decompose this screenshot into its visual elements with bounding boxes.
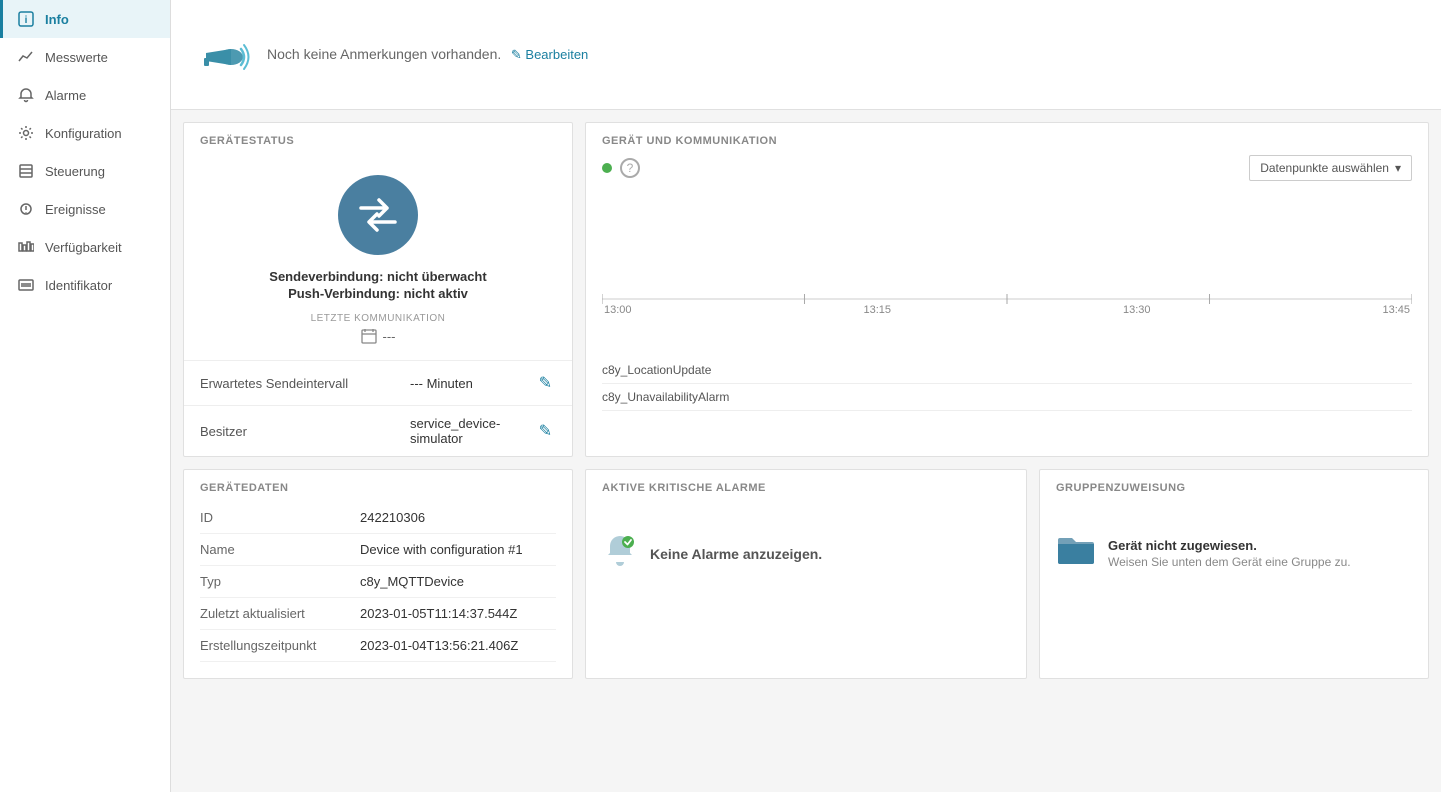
content-grid: GERÄTESTATUS Sendeverbindung: nicht über… — [171, 110, 1441, 691]
sidebar-item-info-label: Info — [45, 12, 69, 27]
device-status-body: Sendeverbindung: nicht überwacht Push-Ve… — [184, 155, 572, 360]
zuletzt-label: Zuletzt aktualisiert — [200, 606, 360, 621]
megaphone-icon — [191, 25, 251, 85]
communication-title: GERÄT UND KOMMUNIKATION — [602, 135, 1412, 147]
sidebar-item-messwerte[interactable]: Messwerte — [0, 38, 170, 76]
device-status-title: GERÄTESTATUS — [184, 123, 572, 155]
events-icon — [17, 200, 35, 218]
alarme-title: AKTIVE KRITISCHE ALARME — [586, 470, 1026, 502]
sidebar-item-alarme[interactable]: Alarme — [0, 76, 170, 114]
communication-card: GERÄT UND KOMMUNIKATION ? Datenpunkte au… — [585, 122, 1429, 457]
sidebar-item-verfugbarkeit-label: Verfügbarkeit — [45, 240, 122, 255]
availability-icon — [17, 238, 35, 256]
gruppe-title: GRUPPENZUWEISUNG — [1040, 470, 1428, 502]
name-value: Device with configuration #1 — [360, 542, 523, 557]
bell-icon — [17, 86, 35, 104]
identifier-icon — [17, 276, 35, 294]
alarm-bell-icon — [602, 532, 638, 575]
table-row: Name Device with configuration #1 — [200, 534, 556, 566]
comm-status-row: ? Datenpunkte auswählen ▾ — [602, 155, 1412, 181]
main-content: Noch keine Anmerkungen vorhanden. ✎ Bear… — [171, 0, 1441, 792]
gruppe-sub-text: Weisen Sie unten dem Gerät eine Gruppe z… — [1108, 555, 1351, 569]
chart-line-icon — [17, 48, 35, 66]
chevron-down-icon: ▾ — [1395, 161, 1401, 175]
sidebar-item-ereignisse[interactable]: Ereignisse — [0, 190, 170, 228]
erwartetes-label: Erwartetes Sendeintervall — [200, 376, 400, 391]
geraetedaten-card: GERÄTEDATEN ID 242210306 Name Device wit… — [183, 469, 573, 679]
timeline-label-1315: 13:15 — [863, 304, 891, 316]
name-label: Name — [200, 542, 360, 557]
erstellung-value: 2023-01-04T13:56:21.406Z — [360, 638, 518, 653]
sidebar-item-info[interactable]: i Info — [0, 0, 170, 38]
besitzer-edit-btn[interactable]: ✎ — [535, 419, 556, 443]
status-icon-circle — [338, 175, 418, 255]
erwartetes-value: --- Minuten — [410, 376, 525, 391]
notes-text: Noch keine Anmerkungen vorhanden. ✎ Bear… — [267, 46, 588, 63]
timeline-label-1345: 13:45 — [1382, 304, 1410, 316]
zuletzt-value: 2023-01-05T11:14:37.544Z — [360, 606, 517, 621]
sidebar-item-identifikator-label: Identifikator — [45, 278, 112, 293]
chart-label-location: c8y_LocationUpdate — [602, 357, 1412, 384]
letzte-comm-date: --- — [383, 329, 396, 344]
sidebar-item-steuerung-label: Steuerung — [45, 164, 105, 179]
send-connection-status: Sendeverbindung: nicht überwacht — [269, 269, 486, 284]
datenpunkte-button[interactable]: Datenpunkte auswählen ▾ — [1249, 155, 1412, 181]
chart-area: 13:00 13:15 13:30 13:45 — [602, 189, 1412, 349]
alarme-empty-text: Keine Alarme anzuzeigen. — [650, 546, 822, 562]
chart-label-unavailability: c8y_UnavailabilityAlarm — [602, 384, 1412, 411]
table-row: ID 242210306 — [200, 502, 556, 534]
sidebar-item-ereignisse-label: Ereignisse — [45, 202, 106, 217]
connection-status-dot — [602, 163, 612, 173]
alarme-body: Keine Alarme anzuzeigen. — [586, 502, 1026, 605]
help-icon[interactable]: ? — [620, 158, 640, 178]
device-status-card: GERÄTESTATUS Sendeverbindung: nicht über… — [183, 122, 573, 457]
info-icon: i — [17, 10, 35, 28]
sidebar: i Info Messwerte Alarme Konfiguration — [0, 0, 171, 792]
timeline-label-1300: 13:00 — [604, 304, 632, 316]
timeline-label-1330: 13:30 — [1123, 304, 1151, 316]
erstellung-label: Erstellungszeitpunkt — [200, 638, 360, 653]
notes-section: Noch keine Anmerkungen vorhanden. ✎ Bear… — [171, 0, 1441, 110]
besitzer-field: Besitzer service_device-simulator ✎ — [184, 405, 572, 456]
erwartetes-edit-btn[interactable]: ✎ — [535, 371, 556, 395]
alarme-card: AKTIVE KRITISCHE ALARME Keine Alarme anz… — [585, 469, 1027, 679]
table-row: Typ c8y_MQTTDevice — [200, 566, 556, 598]
settings-icon — [17, 124, 35, 142]
letzte-comm-label: LETZTE KOMMUNIKATION — [311, 313, 446, 324]
besitzer-value: service_device-simulator — [410, 416, 525, 446]
table-row: Erstellungszeitpunkt 2023-01-04T13:56:21… — [200, 630, 556, 662]
gruppe-main-text: Gerät nicht zugewiesen. — [1108, 538, 1351, 553]
table-row: Zuletzt aktualisiert 2023-01-05T11:14:37… — [200, 598, 556, 630]
gruppe-text: Gerät nicht zugewiesen. Weisen Sie unten… — [1108, 538, 1351, 569]
geraetedaten-title: GERÄTEDATEN — [184, 470, 572, 502]
sidebar-item-verfugbarkeit[interactable]: Verfügbarkeit — [0, 228, 170, 266]
row2: GERÄTEDATEN ID 242210306 Name Device wit… — [183, 469, 1429, 679]
folder-icon — [1056, 532, 1096, 575]
chart-labels: c8y_LocationUpdate c8y_UnavailabilityAla… — [602, 357, 1412, 411]
row1: GERÄTESTATUS Sendeverbindung: nicht über… — [183, 122, 1429, 457]
edit-notes-link[interactable]: ✎ Bearbeiten — [511, 47, 588, 62]
svg-text:i: i — [25, 15, 28, 26]
besitzer-label: Besitzer — [200, 424, 400, 439]
sidebar-item-messwerte-label: Messwerte — [45, 50, 108, 65]
sidebar-item-alarme-label: Alarme — [45, 88, 86, 103]
gruppe-card: GRUPPENZUWEISUNG Gerät nicht zugewiesen.… — [1039, 469, 1429, 679]
notes-content: Noch keine Anmerkungen vorhanden. — [267, 46, 501, 62]
letzte-comm-value: --- — [361, 328, 396, 344]
id-label: ID — [200, 510, 360, 525]
push-connection-status: Push-Verbindung: nicht aktiv — [288, 286, 468, 301]
control-icon — [17, 162, 35, 180]
geraetedaten-table: ID 242210306 Name Device with configurat… — [184, 502, 572, 678]
erwartetes-field: Erwartetes Sendeintervall --- Minuten ✎ — [184, 360, 572, 405]
typ-value: c8y_MQTTDevice — [360, 574, 464, 589]
communication-body: ? Datenpunkte auswählen ▾ — [586, 147, 1428, 419]
sidebar-item-konfiguration[interactable]: Konfiguration — [0, 114, 170, 152]
id-value: 242210306 — [360, 510, 425, 525]
sidebar-item-konfiguration-label: Konfiguration — [45, 126, 122, 141]
typ-label: Typ — [200, 574, 360, 589]
sidebar-item-steuerung[interactable]: Steuerung — [0, 152, 170, 190]
sidebar-item-identifikator[interactable]: Identifikator — [0, 266, 170, 304]
gruppe-body: Gerät nicht zugewiesen. Weisen Sie unten… — [1040, 502, 1428, 605]
